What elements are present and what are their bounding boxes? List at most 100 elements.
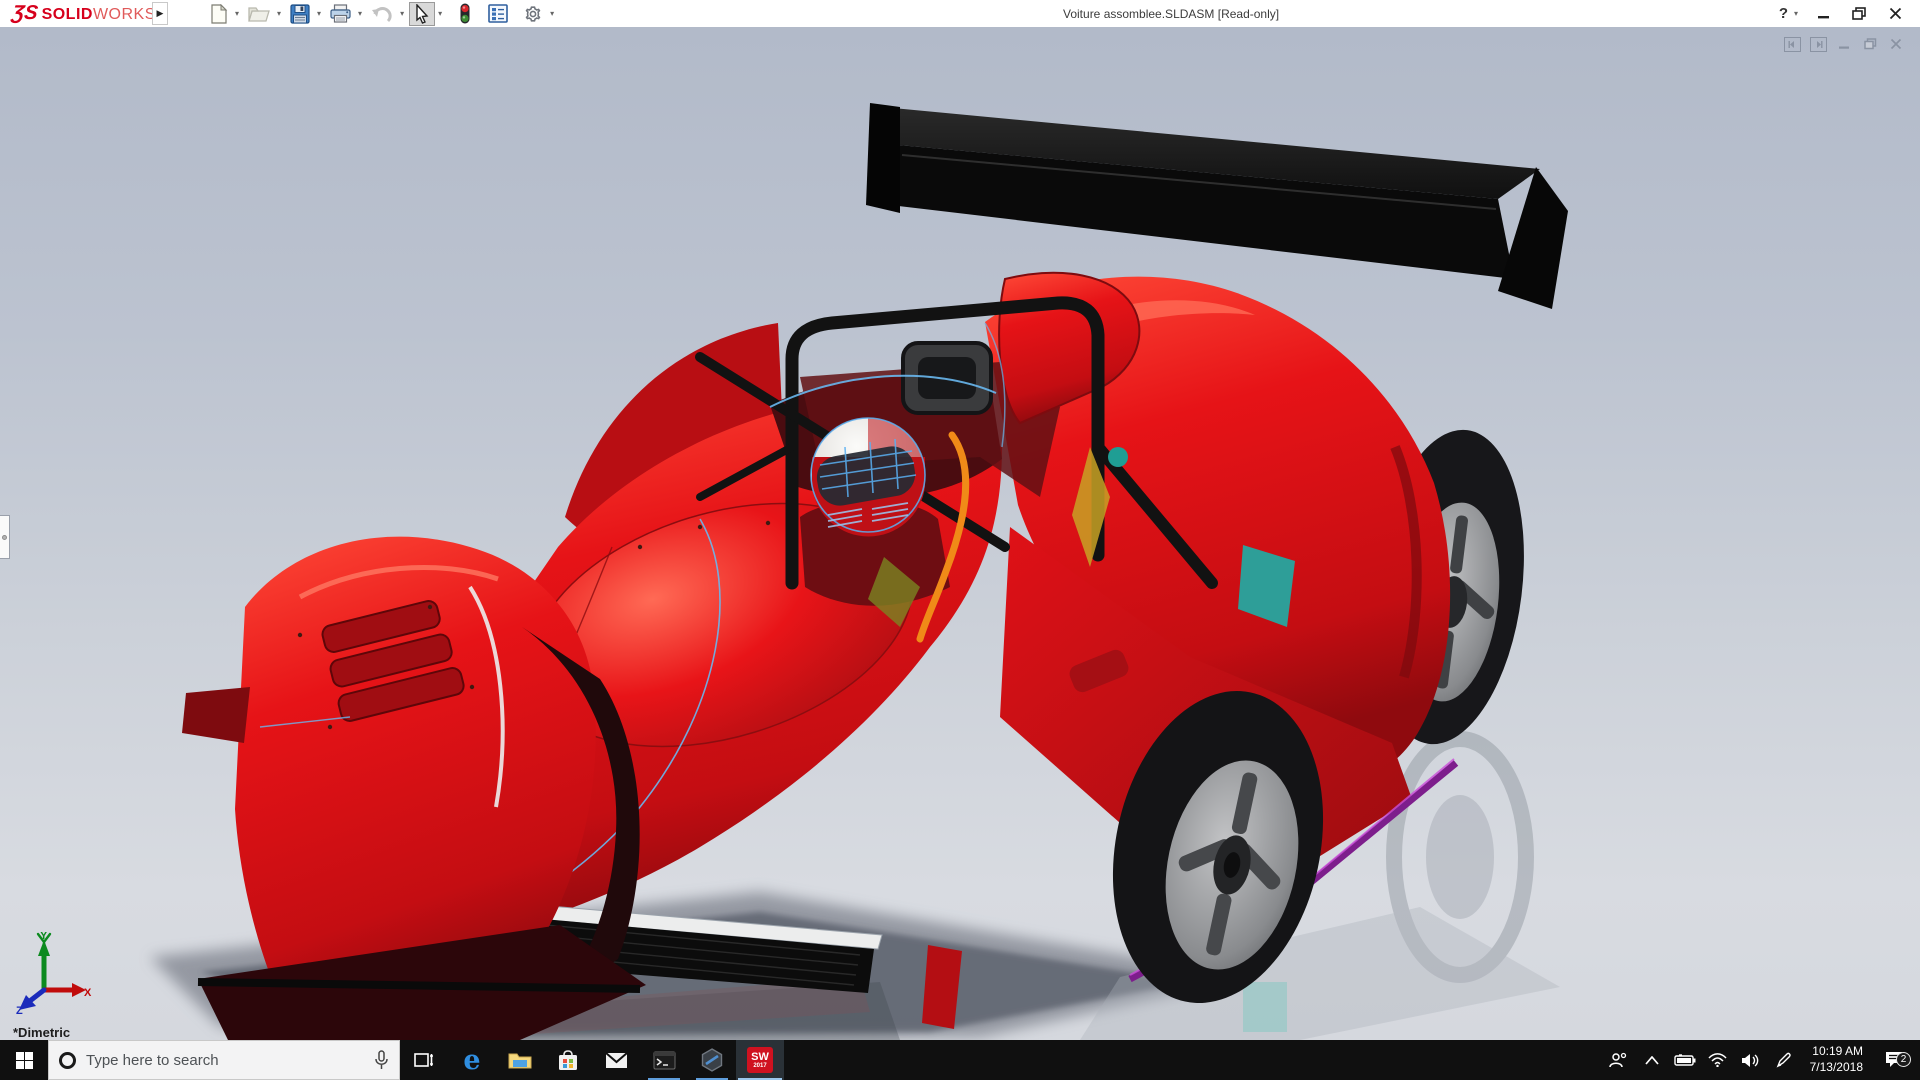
doc-restore-icon xyxy=(1864,38,1877,50)
solidworks-window: ƷS SOLID WORKS ▶ ▾ ▾ xyxy=(0,0,1920,1080)
notification-badge: 2 xyxy=(1896,1052,1911,1067)
triad-z-label: Z xyxy=(16,1005,23,1014)
taskbar-clock[interactable]: 10:19 AM 7/13/2018 xyxy=(1804,1044,1869,1075)
quick-access-toolbar: ▾ ▾ ▾ xyxy=(206,2,559,26)
doc-minimize-icon xyxy=(1838,38,1850,50)
solidworks-logo: ƷS SOLID WORKS xyxy=(0,2,148,25)
print-dropdown-caret-icon[interactable]: ▾ xyxy=(358,9,362,18)
document-title: Voiture assomblee.SLDASM [Read-only] xyxy=(1063,7,1279,21)
chevron-up-icon[interactable] xyxy=(1639,1056,1665,1065)
left-dive-plane xyxy=(182,687,250,743)
graphics-viewport[interactable]: X Y Z *Dimetric xyxy=(0,27,1920,1040)
doc-restore-button[interactable] xyxy=(1861,35,1879,53)
clock-time: 10:19 AM xyxy=(1810,1044,1863,1060)
sw-label: SW xyxy=(751,1052,769,1063)
solidworks-mark-icon: ƷS xyxy=(10,2,39,25)
taskbar-edge-button[interactable]: e xyxy=(448,1040,496,1080)
close-icon xyxy=(1889,7,1902,20)
save-dropdown-caret-icon[interactable]: ▾ xyxy=(317,9,321,18)
flyout-arrow-icon: ▶ xyxy=(157,8,164,19)
view-orientation-label: *Dimetric xyxy=(13,1025,70,1040)
pane-left-button[interactable] xyxy=(1784,37,1801,52)
title-bar: ƷS SOLID WORKS ▶ ▾ ▾ xyxy=(0,0,1920,27)
battery-icon[interactable] xyxy=(1672,1054,1698,1066)
rebuild-button[interactable] xyxy=(455,2,475,26)
gear-icon xyxy=(523,4,543,24)
select-tool-button[interactable] xyxy=(409,2,435,26)
pen-icon[interactable] xyxy=(1771,1052,1797,1068)
model-canvas[interactable] xyxy=(0,27,1920,1040)
cortana-icon xyxy=(59,1052,76,1069)
command-prompt-icon xyxy=(653,1051,676,1070)
window-controls: ? ▾ xyxy=(1779,0,1906,27)
search-input[interactable] xyxy=(86,1052,364,1069)
hexagon-app-icon xyxy=(700,1048,724,1072)
brand-light: WORKS xyxy=(93,6,156,24)
new-dropdown-caret-icon[interactable]: ▾ xyxy=(235,9,239,18)
help-dropdown-caret-icon[interactable]: ▾ xyxy=(1794,9,1798,18)
mail-icon xyxy=(605,1052,628,1069)
open-dropdown-caret-icon[interactable]: ▾ xyxy=(277,9,281,18)
brand-bold: SOLID xyxy=(42,6,93,24)
open-folder-icon xyxy=(248,5,270,23)
select-dropdown-caret-icon[interactable]: ▾ xyxy=(438,9,442,18)
undo-arrow-icon xyxy=(371,5,393,23)
menu-flyout-button[interactable]: ▶ xyxy=(152,2,168,25)
task-view-icon xyxy=(414,1051,434,1069)
close-button[interactable] xyxy=(1884,5,1906,23)
start-button[interactable] xyxy=(0,1040,48,1080)
taskbar-store-button[interactable] xyxy=(544,1040,592,1080)
undo-button[interactable] xyxy=(367,2,397,26)
help-button[interactable]: ? xyxy=(1779,5,1788,22)
restore-icon xyxy=(1852,7,1866,20)
file-properties-button[interactable] xyxy=(484,2,512,26)
system-tray: 10:19 AM 7/13/2018 2 xyxy=(1606,1040,1920,1080)
document-window-controls xyxy=(1784,35,1904,53)
options-button[interactable] xyxy=(519,2,547,26)
taskbar-explorer-button[interactable] xyxy=(496,1040,544,1080)
doc-minimize-button[interactable] xyxy=(1836,35,1852,53)
volume-icon[interactable] xyxy=(1738,1053,1764,1068)
taskbar-solidworks-button[interactable]: SW 2017 xyxy=(736,1040,784,1080)
action-center-button[interactable]: 2 xyxy=(1876,1051,1912,1069)
undo-dropdown-caret-icon[interactable]: ▾ xyxy=(400,9,404,18)
triad-y-label: Y xyxy=(40,932,48,942)
doc-close-icon xyxy=(1890,38,1902,50)
pane-right-button[interactable] xyxy=(1810,37,1827,52)
new-document-button[interactable] xyxy=(206,2,232,26)
wifi-icon[interactable] xyxy=(1705,1053,1731,1067)
arrow-left-icon xyxy=(1788,40,1797,49)
microphone-icon[interactable] xyxy=(374,1050,389,1070)
save-button[interactable] xyxy=(286,2,314,26)
save-floppy-icon xyxy=(290,4,310,24)
windows-logo-icon xyxy=(16,1052,33,1069)
printer-icon xyxy=(330,4,351,23)
triad-x-label: X xyxy=(84,987,92,999)
clock-date: 7/13/2018 xyxy=(1810,1060,1863,1076)
doc-close-button[interactable] xyxy=(1888,35,1904,53)
taskbar-search[interactable] xyxy=(48,1040,400,1080)
open-button[interactable] xyxy=(244,2,274,26)
minimize-icon xyxy=(1817,7,1830,20)
taskbar-cmd-button[interactable] xyxy=(640,1040,688,1080)
car-model[interactable] xyxy=(182,103,1568,1040)
sw-year-label: 2017 xyxy=(753,1063,766,1069)
new-document-icon xyxy=(210,4,228,24)
minimize-button[interactable] xyxy=(1812,5,1834,23)
windows-taskbar: e xyxy=(0,1040,1920,1080)
file-explorer-icon xyxy=(508,1051,532,1070)
restore-button[interactable] xyxy=(1848,5,1870,23)
file-properties-icon xyxy=(488,4,508,23)
people-icon[interactable] xyxy=(1606,1052,1632,1069)
options-dropdown-caret-icon[interactable]: ▾ xyxy=(550,9,554,18)
taskbar-composer-button[interactable] xyxy=(688,1040,736,1080)
task-view-button[interactable] xyxy=(400,1040,448,1080)
select-cursor-icon xyxy=(413,4,431,24)
print-button[interactable] xyxy=(326,2,355,26)
edge-icon: e xyxy=(463,1047,480,1074)
taskbar-mail-button[interactable] xyxy=(592,1040,640,1080)
traffic-light-icon xyxy=(459,3,471,24)
reference-triad: X Y Z xyxy=(14,932,92,1014)
solidworks-2017-icon: SW 2017 xyxy=(747,1047,773,1073)
arrow-right-icon xyxy=(1814,40,1823,49)
